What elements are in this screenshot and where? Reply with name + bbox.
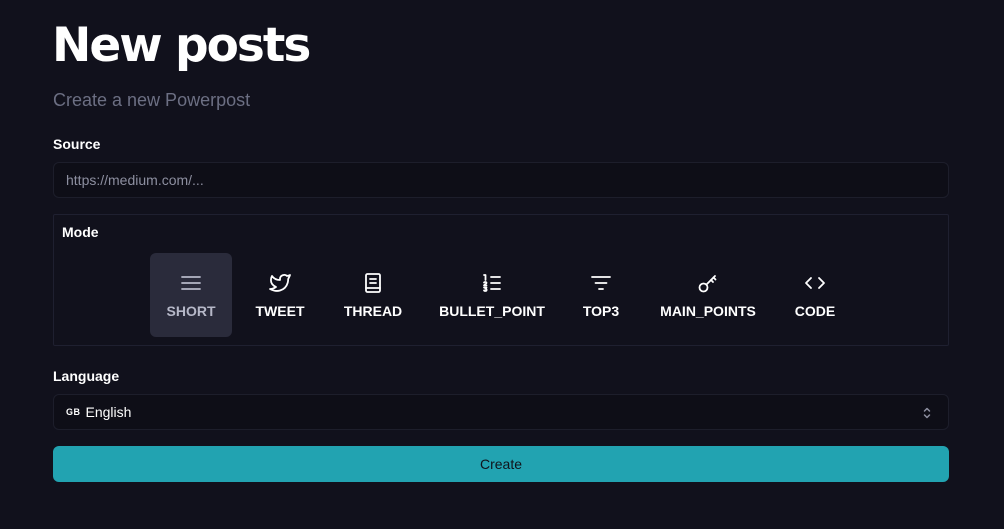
mode-option-short[interactable]: SHORT: [150, 253, 232, 337]
twitter-bird-icon: [268, 271, 292, 295]
mode-option-top3[interactable]: TOP3: [578, 253, 624, 337]
menu-lines-icon: [179, 271, 203, 295]
filter-icon: [589, 271, 613, 295]
code-brackets-icon: [803, 271, 827, 295]
mode-option-label: TOP3: [582, 303, 620, 319]
source-url-input[interactable]: [53, 162, 949, 198]
new-post-page: New posts Create a new Powerpost Source …: [0, 0, 1004, 529]
numbered-list-icon: [480, 271, 504, 295]
mode-option-label: BULLET_POINT: [439, 303, 545, 319]
create-button[interactable]: Create: [53, 446, 949, 482]
language-value: English: [85, 404, 132, 420]
key-icon: [696, 271, 720, 295]
language-label: Language: [53, 368, 120, 384]
selector-chevrons-icon: [920, 405, 934, 421]
mode-option-label: SHORT: [166, 303, 216, 319]
mode-option-label: CODE: [794, 303, 836, 319]
mode-option-label: TWEET: [255, 303, 305, 319]
mode-selector: Mode SHORT TWEET THREAD BULLET_POINT TOP…: [53, 214, 949, 346]
page-subtitle: Create a new Powerpost: [53, 90, 251, 110]
mode-option-tweet[interactable]: TWEET: [244, 253, 316, 337]
mode-label: Mode: [62, 224, 99, 240]
mode-option-code[interactable]: CODE: [790, 253, 840, 337]
mode-option-main-points[interactable]: MAIN_POINTS: [654, 253, 762, 337]
page-title: New posts: [52, 18, 311, 73]
language-select[interactable]: GB English: [53, 394, 949, 430]
source-label: Source: [53, 136, 101, 152]
mode-option-thread[interactable]: THREAD: [334, 253, 412, 337]
mode-option-label: MAIN_POINTS: [660, 303, 756, 319]
mode-option-bullet-point[interactable]: BULLET_POINT: [434, 253, 550, 337]
notebook-icon: [361, 271, 385, 295]
flag-badge: GB: [66, 407, 81, 417]
mode-option-label: THREAD: [343, 303, 403, 319]
